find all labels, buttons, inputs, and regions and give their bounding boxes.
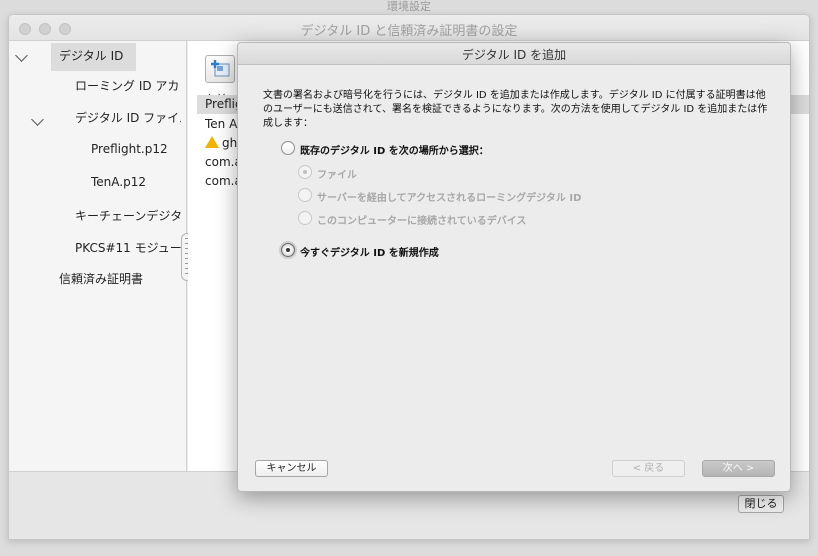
background-window-title: 環境設定 bbox=[387, 0, 431, 13]
dialog-description: 文書の署名および暗号化を行うには、デジタル ID を追加または作成します。デジタ… bbox=[263, 90, 768, 129]
sidebar-item-preflight-p12[interactable]: Preflight.p12 bbox=[91, 142, 181, 156]
sidebar-item-digital-id[interactable]: デジタル ID bbox=[51, 43, 136, 71]
add-id-icon bbox=[211, 60, 230, 77]
next-button[interactable]: 次へ > bbox=[702, 460, 775, 477]
radio-device[interactable] bbox=[298, 211, 312, 225]
sidebar-item-label: Preflight.p12 bbox=[91, 142, 168, 156]
dialog-title: デジタル ID を追加 bbox=[461, 48, 567, 62]
option-existing-id-label: 既存のデジタル ID を次の場所から選択： bbox=[300, 146, 489, 157]
sidebar-item-pkcs11[interactable]: PKCS#11 モジュール bbox=[75, 239, 181, 256]
sidebar-item-label: ローミング ID アカウ bbox=[75, 79, 181, 93]
chevron-down-icon[interactable] bbox=[31, 113, 44, 126]
sidebar-item-label: デジタル ID bbox=[59, 49, 124, 63]
sidebar-item-tena-p12[interactable]: TenA.p12 bbox=[91, 175, 181, 189]
sidebar-item-digital-id-files[interactable]: デジタル ID ファイル bbox=[75, 109, 181, 126]
sidebar-item-keychain[interactable]: キーチェーンデジタル bbox=[75, 207, 181, 224]
close-button[interactable]: 閉じる bbox=[738, 495, 784, 513]
sidebar-item-label: PKCS#11 モジュール bbox=[75, 241, 181, 255]
sidebar-item-label: TenA.p12 bbox=[91, 175, 146, 189]
desktop: 環境設定 デジタル ID と信頼済み証明書の設定 デジタル ID ローミング I… bbox=[0, 0, 818, 556]
cancel-button[interactable]: キャンセル bbox=[255, 460, 328, 477]
add-id-button[interactable] bbox=[205, 55, 235, 83]
option-device-label: このコンピューターに接続されているデバイス bbox=[317, 216, 527, 227]
option-file-label: ファイル bbox=[317, 170, 357, 181]
sidebar-item-label: 信頼済み証明書 bbox=[59, 272, 144, 286]
back-button[interactable]: < 戻る bbox=[612, 460, 685, 477]
radio-create-new[interactable] bbox=[281, 243, 295, 257]
window-titlebar: デジタル ID と信頼済み証明書の設定 bbox=[9, 15, 809, 41]
sidebar-item-label: デジタル ID ファイル bbox=[75, 111, 181, 125]
chevron-down-icon[interactable] bbox=[15, 49, 28, 62]
sidebar-item-roaming-id[interactable]: ローミング ID アカウ bbox=[75, 77, 181, 94]
radio-file[interactable] bbox=[298, 165, 312, 179]
radio-existing-id[interactable] bbox=[281, 141, 295, 155]
sidebar-item-trusted-certificates[interactable]: 信頼済み証明書 bbox=[59, 270, 181, 287]
dialog-titlebar: デジタル ID を追加 bbox=[238, 43, 790, 65]
window-title: デジタル ID と信頼済み証明書の設定 bbox=[300, 24, 518, 39]
option-create-new-label: 今すぐデジタル ID を新規作成 bbox=[300, 248, 439, 259]
sidebar-tree: デジタル ID ローミング ID アカウ デジタル ID ファイル Prefli… bbox=[9, 41, 187, 471]
warning-icon bbox=[205, 136, 219, 148]
option-roaming-server-label: サーバーを経由してアクセスされるローミングデジタル ID bbox=[317, 193, 582, 204]
add-digital-id-dialog: デジタル ID を追加 文書の署名および暗号化を行うには、デジタル ID を追加… bbox=[237, 42, 791, 492]
sidebar-item-label: キーチェーンデジタル bbox=[75, 209, 181, 223]
radio-roaming-server[interactable] bbox=[298, 188, 312, 202]
